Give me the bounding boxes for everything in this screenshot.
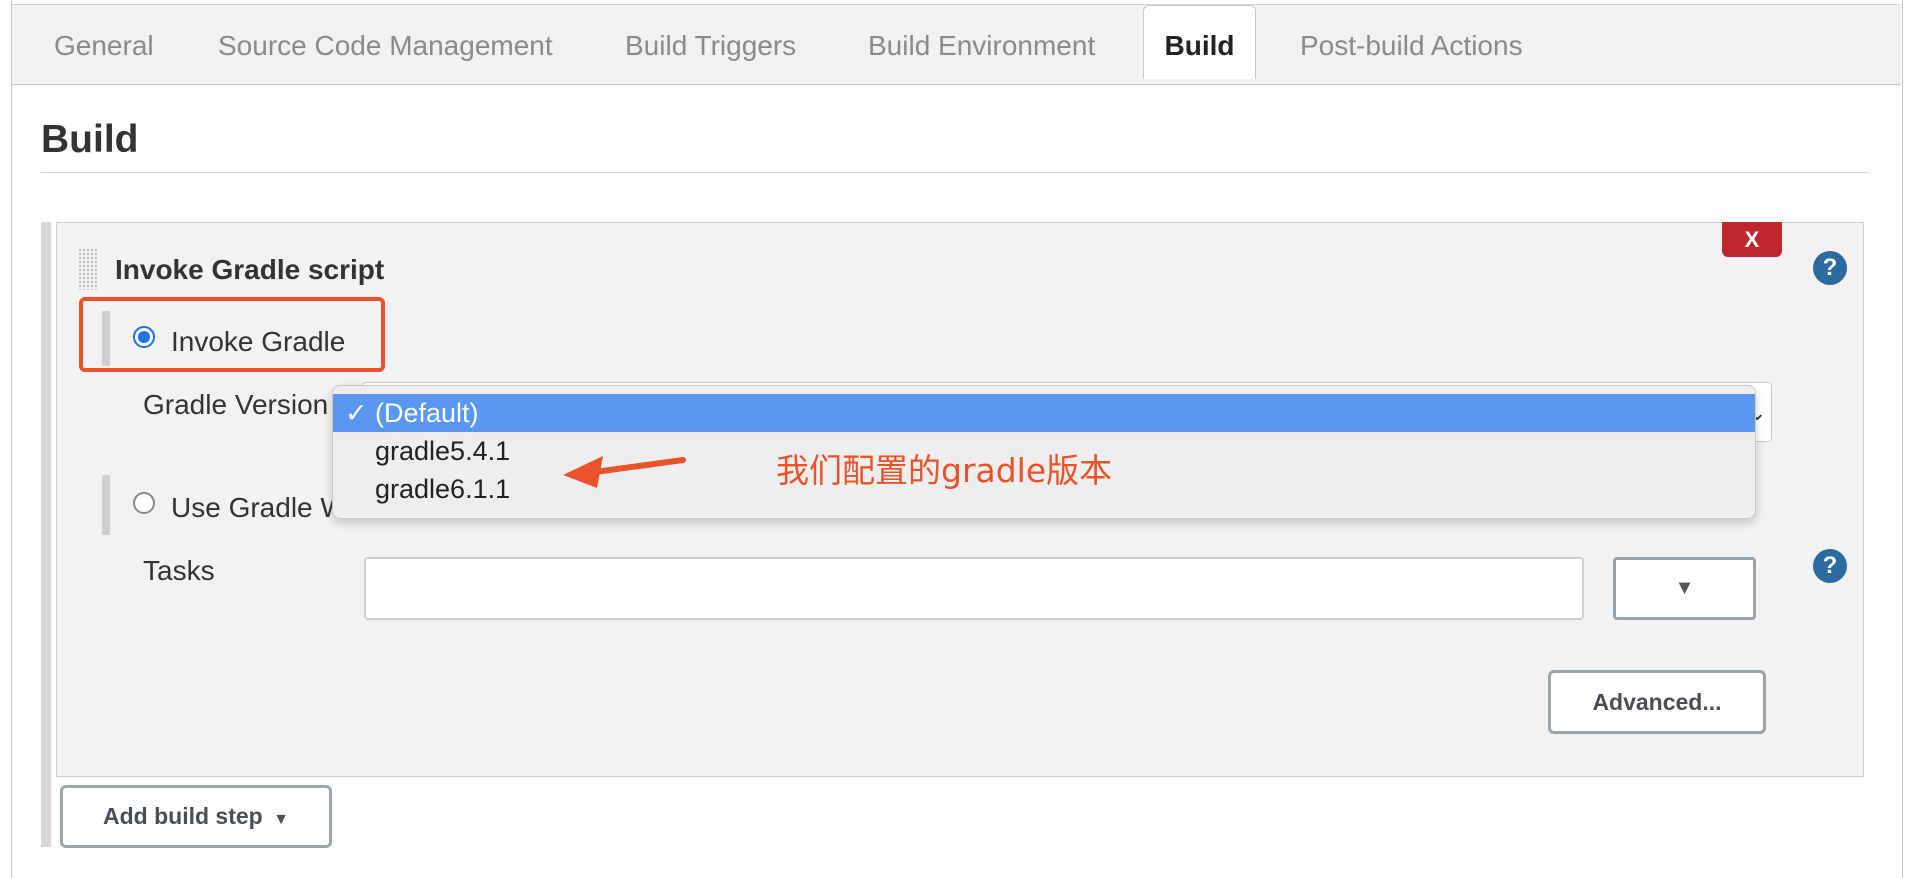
- dropdown-option-label: gradle5.4.1: [375, 436, 511, 466]
- caret-down-icon: ▼: [273, 811, 289, 828]
- annotation-text: 我们配置的gradle版本: [776, 451, 1113, 490]
- section-divider: [41, 172, 1869, 173]
- help-icon[interactable]: ?: [1813, 549, 1847, 583]
- dropdown-option[interactable]: ✓ (Default): [333, 394, 1755, 432]
- advanced-button[interactable]: Advanced...: [1548, 670, 1766, 734]
- use-gradle-wrapper-radio[interactable]: [133, 492, 155, 514]
- tab-build-environment[interactable]: Build Environment: [868, 30, 1095, 62]
- help-icon[interactable]: ?: [1813, 251, 1847, 285]
- tasks-input[interactable]: [364, 557, 1584, 620]
- delete-step-button[interactable]: X: [1722, 222, 1782, 257]
- use-gradle-wrapper-label: Use Gradle W: [171, 492, 347, 523]
- invoke-gradle-highlight: [79, 297, 385, 372]
- dropdown-option-label: (Default): [375, 398, 479, 428]
- tab-build[interactable]: Build: [1143, 5, 1256, 79]
- section-title: Build: [41, 118, 139, 161]
- add-build-step-button[interactable]: Add build step ▼: [60, 785, 332, 848]
- drag-handle-icon[interactable]: [78, 248, 98, 290]
- add-build-step-label: Add build step: [103, 803, 263, 829]
- tab-post-build-actions[interactable]: Post-build Actions: [1300, 30, 1523, 62]
- gradle-version-label: Gradle Version: [143, 389, 329, 420]
- build-step-bar: [41, 222, 51, 847]
- build-step-title: Invoke Gradle script: [115, 254, 385, 285]
- triangle-down-icon: ▼: [1674, 577, 1695, 599]
- tab-source-code-management[interactable]: Source Code Management: [218, 30, 553, 62]
- tasks-label: Tasks: [143, 555, 215, 586]
- annotation-arrow-icon: [563, 456, 686, 488]
- tab-general[interactable]: General: [54, 30, 154, 62]
- dropdown-option-label: gradle6.1.1: [375, 474, 511, 504]
- check-icon: ✓: [345, 398, 368, 428]
- tab-build-triggers[interactable]: Build Triggers: [625, 30, 796, 62]
- tasks-expand-button[interactable]: ▼: [1613, 557, 1756, 620]
- option-bar: [102, 475, 110, 535]
